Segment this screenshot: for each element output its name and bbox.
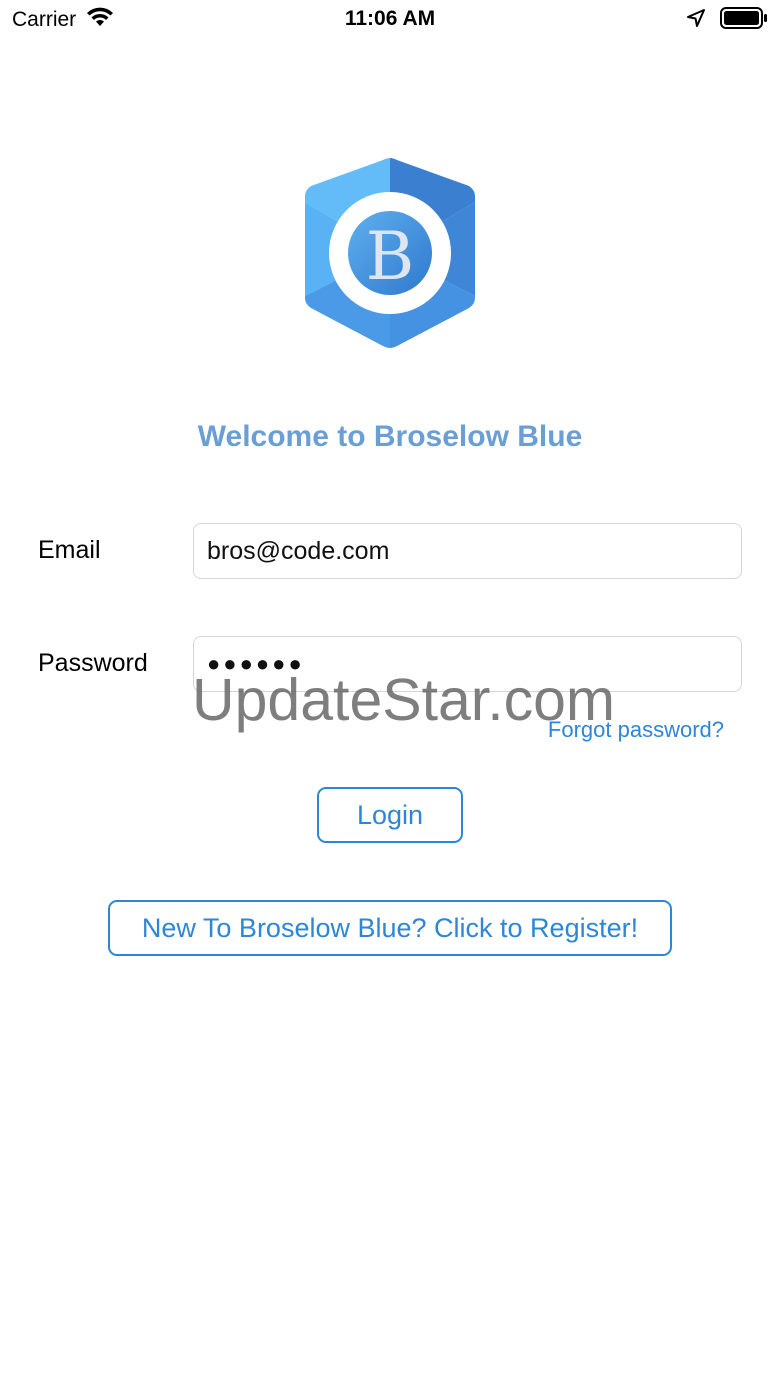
password-value: ●●●●●●: [207, 651, 305, 676]
logo-letter: B: [366, 218, 415, 295]
status-time: 11:06 AM: [344, 7, 436, 30]
app-logo: B: [303, 156, 477, 350]
password-field[interactable]: ●●●●●●: [193, 636, 742, 692]
page-title: Welcome to Broselow Blue: [197, 420, 583, 453]
register-button[interactable]: New To Broselow Blue? Click to Register!: [108, 900, 672, 956]
status-right: [686, 7, 768, 34]
login-button[interactable]: Login: [317, 787, 463, 843]
status-bar: Carrier 11:06 AM: [0, 0, 780, 40]
forgot-password-link[interactable]: Forgot password?: [548, 717, 724, 743]
battery-icon: [720, 7, 768, 34]
password-label: Password: [38, 649, 148, 677]
email-field[interactable]: bros@code.com: [193, 523, 742, 579]
email-value: bros@code.com: [207, 536, 390, 565]
email-label: Email: [38, 536, 101, 564]
location-arrow-icon: [686, 8, 706, 33]
